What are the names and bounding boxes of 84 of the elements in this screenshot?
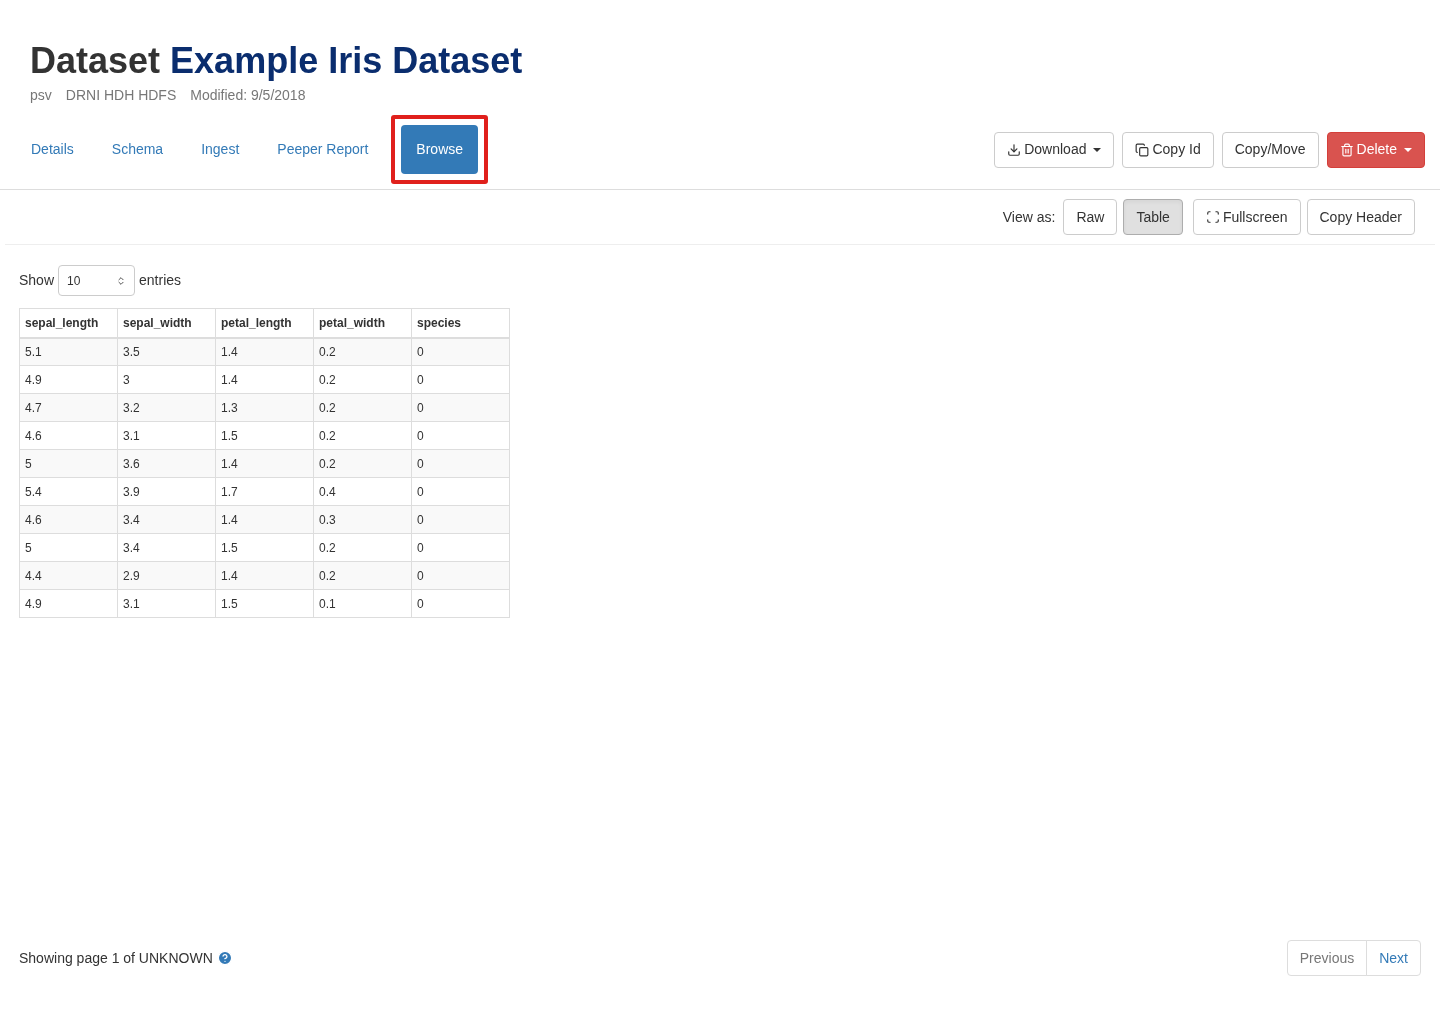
table-cell: 4.9: [19, 589, 118, 618]
table-cell: 1.4: [215, 561, 314, 590]
dataset-meta: DRNI HDH HDFS: [65, 86, 177, 105]
table-cell: 4.9: [19, 365, 118, 394]
table-cell: 3.4: [117, 533, 216, 562]
table-cell: 3.1: [117, 421, 216, 450]
table-cell: 0.2: [313, 393, 412, 422]
column-header[interactable]: petal_length: [215, 308, 314, 338]
delete-icon: [1339, 142, 1354, 157]
table-cell: 0: [411, 337, 510, 366]
table-cell: 0: [411, 505, 510, 534]
table-cell: 0: [411, 589, 510, 618]
table-cell: 5: [19, 449, 118, 478]
show-label: Show: [19, 271, 55, 290]
download-icon: [1007, 142, 1022, 157]
table-cell: 4.4: [19, 561, 118, 590]
table-cell: 4.6: [19, 505, 118, 534]
table-cell: 1.3: [215, 393, 314, 422]
tab[interactable]: Schema: [96, 125, 179, 174]
table-cell: 4.6: [19, 421, 118, 450]
table-cell: 3.9: [117, 477, 216, 506]
tab[interactable]: Details: [16, 125, 89, 174]
table-cell: 3.6: [117, 449, 216, 478]
table-cell: 1.5: [215, 421, 314, 450]
dataset-meta: psv: [30, 86, 52, 105]
table-cell: 0.2: [313, 449, 412, 478]
table-cell: 0.2: [313, 365, 412, 394]
copy-header-button[interactable]: Copy Header: [1306, 199, 1415, 235]
view-mode-toggle[interactable]: Raw: [1063, 199, 1118, 235]
table-cell: 0: [411, 393, 510, 422]
tab[interactable]: Ingest: [186, 125, 255, 174]
dataset-meta: Modified: 9/5/2018: [190, 86, 306, 105]
delete-button[interactable]: Delete: [1326, 131, 1425, 168]
table-cell: 0.2: [313, 421, 412, 450]
help-icon[interactable]: [216, 950, 233, 966]
table-cell: 0.2: [313, 561, 412, 590]
view-as-label: View as:: [1002, 207, 1056, 227]
table-cell: 0: [411, 533, 510, 562]
view-mode-toggle[interactable]: Table: [1123, 199, 1183, 235]
table-cell: 3.2: [117, 393, 216, 422]
copy-icon: [1135, 142, 1150, 157]
column-header[interactable]: species: [411, 308, 510, 338]
table-cell: 3.5: [117, 337, 216, 366]
table-cell: 0.1: [313, 589, 412, 618]
select-arrows-icon: [116, 275, 127, 286]
page-size-select[interactable]: 10: [58, 265, 136, 296]
table-cell: 0: [411, 365, 510, 394]
action-button[interactable]: Copy Id: [1122, 131, 1214, 168]
table-cell: 0: [411, 477, 510, 506]
action-button[interactable]: Download: [994, 131, 1115, 168]
table-cell: 1.5: [215, 533, 314, 562]
column-header[interactable]: sepal_width: [117, 308, 216, 338]
tab[interactable]: Browse: [401, 125, 479, 174]
table-cell: 4.7: [19, 393, 118, 422]
pagination-status: Showing page 1 of UNKNOWN: [19, 948, 213, 968]
entries-label: entries: [139, 271, 182, 290]
column-header[interactable]: sepal_length: [19, 308, 118, 338]
table-cell: 5: [19, 533, 118, 562]
table-cell: 3.4: [117, 505, 216, 534]
table-cell: 0.4: [313, 477, 412, 506]
table-cell: 0: [411, 421, 510, 450]
pagination-button[interactable]: Next: [1366, 940, 1421, 976]
page-title: Dataset Example Iris Dataset: [30, 39, 524, 83]
table-cell: 1.4: [215, 505, 314, 534]
table-cell: 3.1: [117, 589, 216, 618]
table-cell: 0: [411, 561, 510, 590]
fullscreen-button[interactable]: Fullscreen: [1192, 199, 1301, 235]
table-cell: 0.2: [313, 337, 412, 366]
table-cell: 1.4: [215, 365, 314, 394]
action-button[interactable]: Copy/Move: [1221, 131, 1319, 168]
table-cell: 0: [411, 449, 510, 478]
table-cell: 1.5: [215, 589, 314, 618]
table-cell: 2.9: [117, 561, 216, 590]
table-cell: 1.4: [215, 449, 314, 478]
table-cell: 5.4: [19, 477, 118, 506]
column-header[interactable]: petal_width: [313, 308, 412, 338]
table-cell: 0.3: [313, 505, 412, 534]
tab[interactable]: Peeper Report: [262, 125, 384, 174]
table-cell: 1.4: [215, 337, 314, 366]
table-cell: 3: [117, 365, 216, 394]
fullscreen-icon: [1205, 210, 1220, 224]
table-cell: 0.2: [313, 533, 412, 562]
table-cell: 5.1: [19, 337, 118, 366]
table-cell: 1.7: [215, 477, 314, 506]
